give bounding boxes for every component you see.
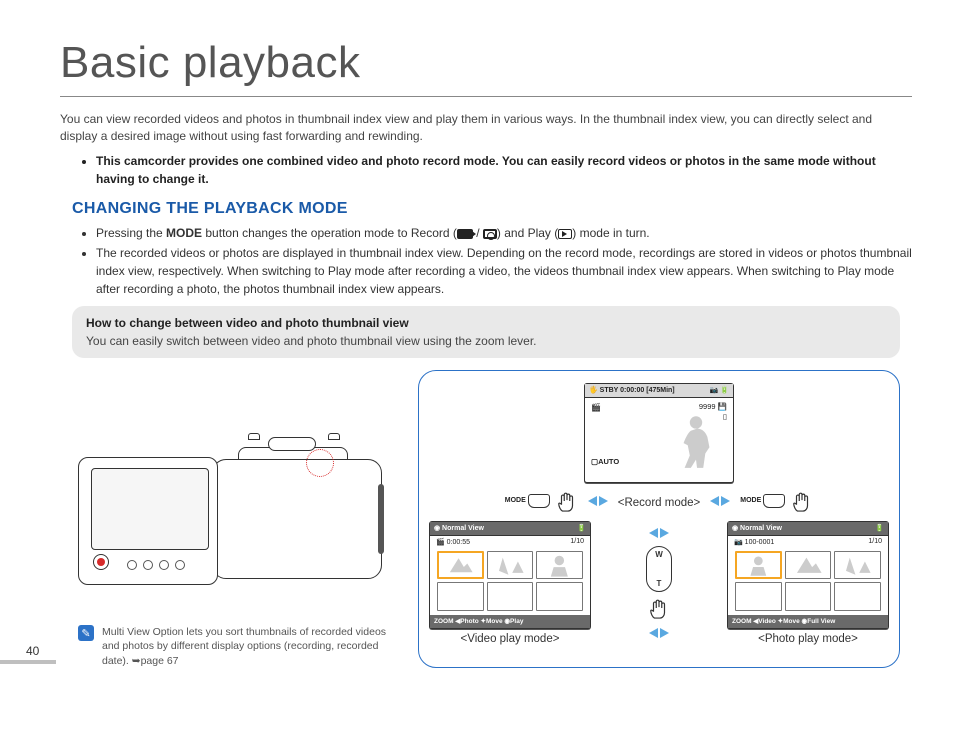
thumbnail [536,551,583,580]
text: ) mode in turn. [572,226,649,240]
hand-icon [791,489,813,513]
mode-button-left: MODE [505,494,550,508]
howto-callout: How to change between video and photo th… [72,306,900,358]
intro-paragraph: You can view recorded videos and photos … [60,111,912,146]
key-point: This camcorder provides one combined vid… [96,152,912,188]
person-silhouette [675,408,717,470]
page-title: Basic playback [60,38,912,88]
stby-label: STBY 0:00:00 [475Min] [600,387,675,394]
key-point-list: This camcorder provides one combined vid… [60,152,912,188]
title-rule [60,96,912,97]
thumbnail [735,582,782,611]
mode-bullet-2: The recorded videos or photos are displa… [96,244,912,298]
video-play-screen: ◉ Normal View🔋 🎬 0:00:551/10 [429,521,591,629]
video-header-bar: ◉ Normal View🔋 [430,522,590,536]
mode-label: MODE [740,497,761,504]
double-arrow-icon [645,526,673,540]
thumbnail [437,551,484,580]
mode-button-right: MODE [740,494,785,508]
record-icons: 🎬 [591,402,601,414]
double-arrow-icon [706,494,734,508]
mode-word: MODE [166,226,202,240]
photo-caption: <Photo play mode> [727,633,889,645]
thumbnail [437,582,484,611]
zoom-lever [646,546,672,620]
text: button changes the operation mode to Rec… [202,226,457,240]
auto-label: ▢AUTO [591,457,619,466]
photo-play-screen: ◉ Normal View🔋 📷 100-00011/10 [727,521,889,629]
mode-bullet-1: Pressing the MODE button changes the ope… [96,224,912,242]
video-icon [457,229,473,239]
note: ✎ Multi View Option lets you sort thumbn… [72,625,402,668]
video-caption: <Video play mode> [429,633,591,645]
page-number: 40 [26,644,39,658]
thumbnail [735,551,782,580]
mode-bullets: Pressing the MODE button changes the ope… [60,224,912,298]
howto-body: You can easily switch between video and … [86,334,886,348]
record-status-bar: 🖐 STBY 0:00:00 [475Min] 📷 🔋 [585,384,733,398]
video-footer-bar: ZOOM ◀Photo ✦Move ◉Play [430,615,590,628]
section-heading: CHANGING THE PLAYBACK MODE [72,200,912,218]
mode-diagram: 🖐 STBY 0:00:00 [475Min] 📷 🔋 🎬 9999 💾▯ ▢A… [418,370,900,668]
howto-title: How to change between video and photo th… [86,316,886,330]
thumbnail [785,551,832,580]
note-icon: ✎ [78,625,94,641]
camera-icon [483,229,497,239]
text: Pressing the [96,226,166,240]
note-text: Multi View Option lets you sort thumbnai… [102,625,402,668]
double-arrow-icon [645,626,673,640]
hand-icon [648,596,670,620]
thumbnail [785,582,832,611]
thumbnail [834,551,881,580]
thumbnail [487,582,534,611]
play-icon [558,229,572,239]
photo-footer-bar: ZOOM ◀Video ✦Move ◉Full View [728,615,888,628]
record-caption: <Record mode> [618,497,700,509]
camcorder-illustration [72,439,392,609]
thumbnail [487,551,534,580]
photo-header-bar: ◉ Normal View🔋 [728,522,888,536]
thumbnail [834,582,881,611]
text: ) and Play ( [497,226,558,240]
mode-label: MODE [505,497,526,504]
double-arrow-icon [584,494,612,508]
thumbnail [536,582,583,611]
hand-icon [556,489,578,513]
record-mode-screen: 🖐 STBY 0:00:00 [475Min] 📷 🔋 🎬 9999 💾▯ ▢A… [584,383,734,483]
